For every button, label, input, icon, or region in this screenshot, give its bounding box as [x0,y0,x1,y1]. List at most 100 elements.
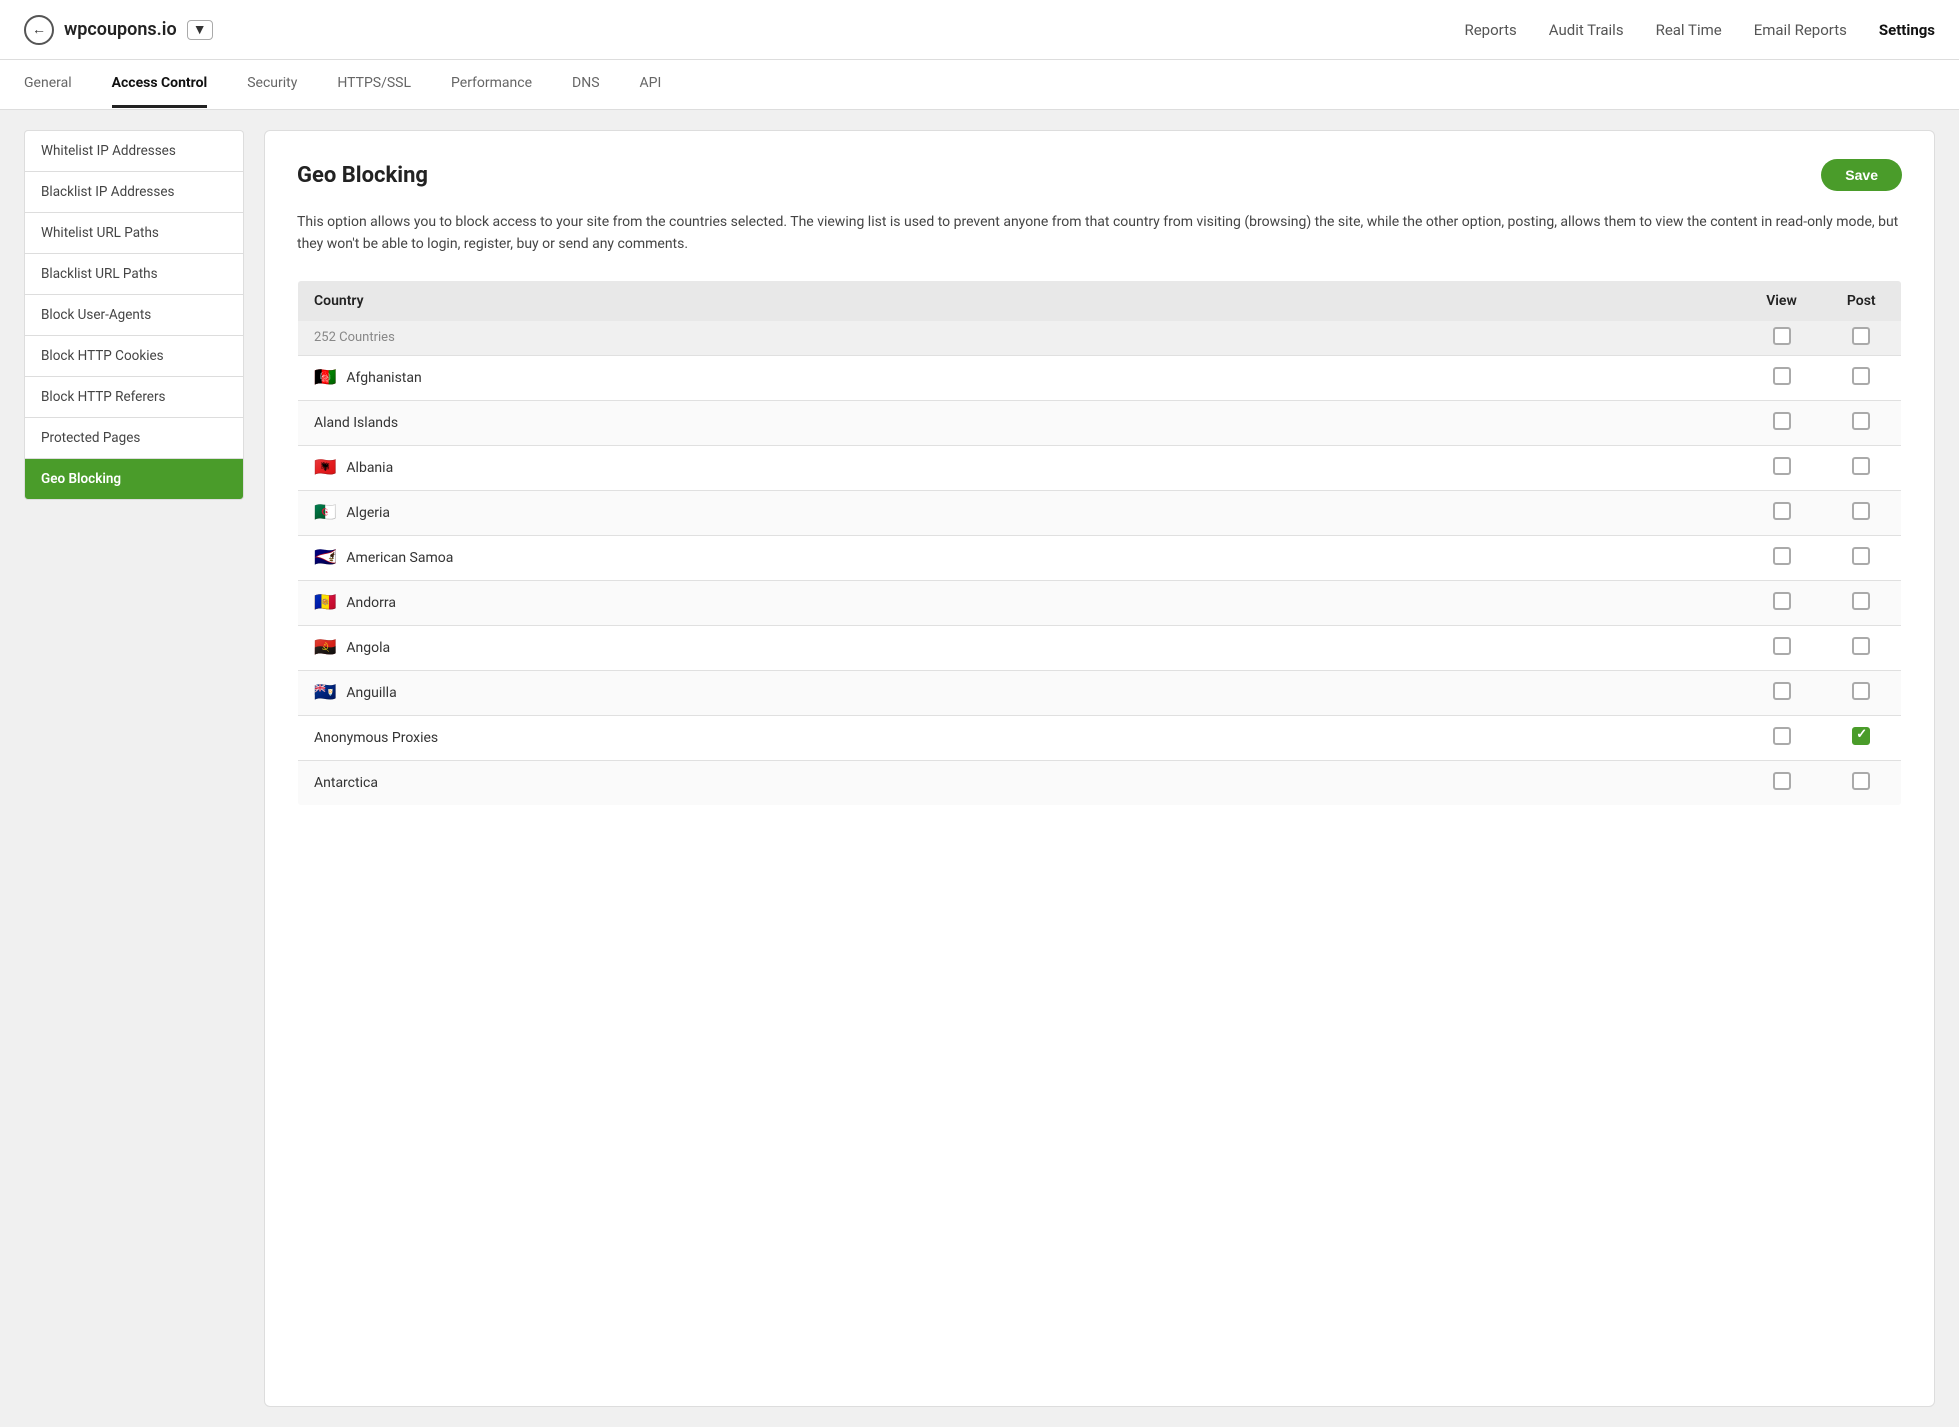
view-all-checkbox[interactable] [1773,327,1791,345]
view-checkbox-cell [1742,535,1822,580]
post-checkbox[interactable] [1852,682,1870,700]
view-checkbox[interactable] [1773,772,1791,790]
sidebar-item-whitelist-url[interactable]: Whitelist URL Paths [24,212,244,253]
col-view: View [1742,280,1822,321]
back-button[interactable]: ← [24,15,54,45]
country-name: Aland Islands [314,415,1726,431]
sidebar-item-block-user-agents[interactable]: Block User-Agents [24,294,244,335]
post-checkbox-cell [1822,535,1902,580]
tab-access-control[interactable]: Access Control [112,61,208,108]
view-checkbox-cell [1742,625,1822,670]
view-checkbox-cell [1742,580,1822,625]
sidebar-item-block-cookies[interactable]: Block HTTP Cookies [24,335,244,376]
view-checkbox[interactable] [1773,502,1791,520]
post-checkbox[interactable] [1852,547,1870,565]
view-checkbox[interactable] [1773,457,1791,475]
post-checkbox[interactable] [1852,727,1870,745]
table-row: Antarctica [298,760,1902,805]
country-name-cell: Antarctica [298,760,1742,805]
country-label: Anonymous Proxies [314,730,438,746]
country-table: Country View Post 252 Countries [297,280,1902,806]
tab-security[interactable]: Security [247,61,297,108]
sidebar: Whitelist IP Addresses Blacklist IP Addr… [24,130,244,1407]
view-checkbox-cell [1742,355,1822,400]
view-checkbox[interactable] [1773,727,1791,745]
table-header-row: Country View Post [298,280,1902,321]
view-all-checkbox-cell [1742,321,1822,356]
view-checkbox[interactable] [1773,367,1791,385]
post-checkbox[interactable] [1852,412,1870,430]
tab-dns[interactable]: DNS [572,61,600,108]
view-checkbox[interactable] [1773,592,1791,610]
country-name: 🇦🇴 Angola [314,639,1726,657]
post-checkbox[interactable] [1852,772,1870,790]
content-header: Geo Blocking Save [297,159,1902,191]
table-row: 🇦🇸 American Samoa [298,535,1902,580]
site-title: wpcoupons.io [64,19,177,40]
nav-real-time[interactable]: Real Time [1656,21,1722,39]
content-area: Geo Blocking Save This option allows you… [264,130,1935,1407]
post-checkbox[interactable] [1852,637,1870,655]
post-checkbox[interactable] [1852,367,1870,385]
post-checkbox[interactable] [1852,457,1870,475]
country-label: Algeria [346,505,390,521]
post-checkbox[interactable] [1852,502,1870,520]
view-checkbox[interactable] [1773,412,1791,430]
tab-https-ssl[interactable]: HTTPS/SSL [337,61,411,108]
sidebar-item-block-referers[interactable]: Block HTTP Referers [24,376,244,417]
nav-email-reports[interactable]: Email Reports [1754,21,1847,39]
country-label: Angola [346,640,390,656]
post-checkbox-cell [1822,355,1902,400]
post-checkbox[interactable] [1852,592,1870,610]
post-all-checkbox[interactable] [1852,327,1870,345]
country-label: Antarctica [314,775,378,791]
view-checkbox[interactable] [1773,637,1791,655]
table-row: 🇩🇿 Algeria [298,490,1902,535]
view-checkbox-cell [1742,715,1822,760]
sidebar-item-protected-pages[interactable]: Protected Pages [24,417,244,458]
post-checkbox-cell [1822,490,1902,535]
post-checkbox-cell [1822,715,1902,760]
col-post: Post [1822,280,1902,321]
country-name-cell: 🇦🇩 Andorra [298,580,1742,625]
view-checkbox[interactable] [1773,547,1791,565]
flag-icon: 🇦🇫 [314,369,336,387]
flag-icon: 🇦🇴 [314,639,336,657]
country-name-cell: 🇦🇮 Anguilla [298,670,1742,715]
country-name: 🇩🇿 Algeria [314,504,1726,522]
nav-left: ← wpcoupons.io ▼ [24,15,213,45]
country-name-cell: Aland Islands [298,400,1742,445]
post-all-checkbox-cell [1822,321,1902,356]
tab-api[interactable]: API [640,61,662,108]
col-country: Country [298,280,1742,321]
page-title: Geo Blocking [297,163,428,188]
nav-audit-trails[interactable]: Audit Trails [1549,21,1624,39]
nav-right: Reports Audit Trails Real Time Email Rep… [1464,21,1935,39]
country-label: Afghanistan [346,370,421,386]
flag-icon: 🇦🇩 [314,594,336,612]
nav-reports[interactable]: Reports [1464,21,1516,39]
country-label: Andorra [346,595,396,611]
tab-performance[interactable]: Performance [451,61,532,108]
table-row: Aland Islands [298,400,1902,445]
post-checkbox-cell [1822,400,1902,445]
nav-settings[interactable]: Settings [1879,21,1935,39]
tab-general[interactable]: General [24,61,72,108]
country-name: 🇦🇸 American Samoa [314,549,1726,567]
sidebar-item-blacklist-url[interactable]: Blacklist URL Paths [24,253,244,294]
sidebar-item-blacklist-ip[interactable]: Blacklist IP Addresses [24,171,244,212]
country-name: Antarctica [314,775,1726,791]
post-checkbox-cell [1822,760,1902,805]
site-dropdown-button[interactable]: ▼ [187,20,213,40]
country-name-cell: Anonymous Proxies [298,715,1742,760]
sidebar-item-geo-blocking[interactable]: Geo Blocking [24,458,244,500]
sidebar-item-whitelist-ip[interactable]: Whitelist IP Addresses [24,130,244,171]
country-name-cell: 🇦🇱 Albania [298,445,1742,490]
geo-blocking-description: This option allows you to block access t… [297,211,1902,256]
view-checkbox[interactable] [1773,682,1791,700]
post-checkbox-cell [1822,445,1902,490]
country-name: Anonymous Proxies [314,730,1726,746]
view-checkbox-cell [1742,445,1822,490]
save-button[interactable]: Save [1821,159,1902,191]
country-name-cell: 🇩🇿 Algeria [298,490,1742,535]
